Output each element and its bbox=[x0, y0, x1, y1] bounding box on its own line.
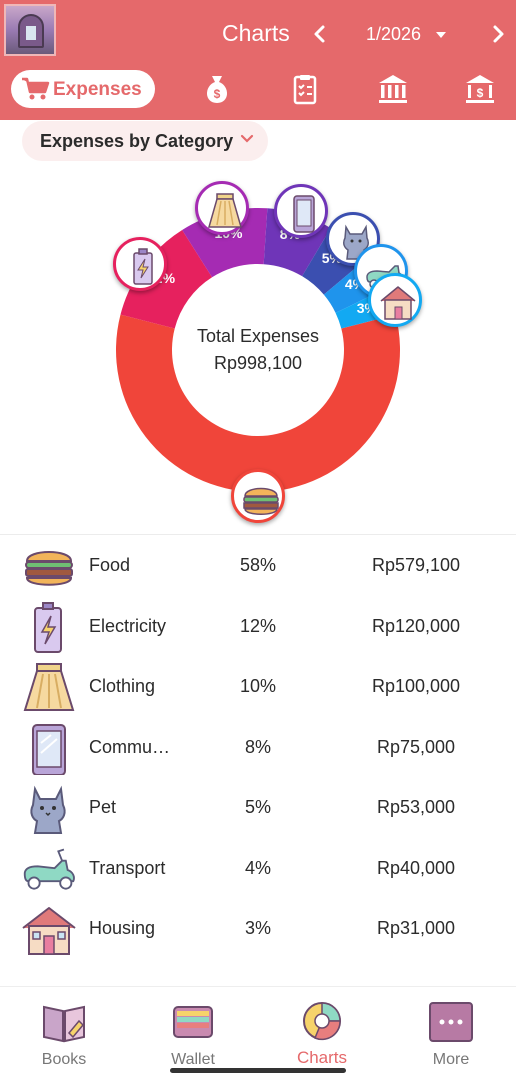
list-item-name: Housing bbox=[89, 918, 156, 938]
list-item-percent: 5% bbox=[244, 797, 271, 817]
money-bag-icon[interactable]: $ bbox=[200, 72, 234, 106]
avatar[interactable] bbox=[4, 4, 56, 56]
list-item-percent: 3% bbox=[244, 918, 271, 938]
svg-text:$: $ bbox=[477, 86, 484, 100]
cart-icon bbox=[22, 77, 50, 100]
nav-books-label: Books bbox=[41, 1051, 87, 1068]
list-item-amount: Rp40,000 bbox=[376, 858, 456, 878]
list-item-name: Pet bbox=[89, 797, 117, 817]
center-label: Total Expenses bbox=[196, 326, 320, 346]
list-item-name: Transport bbox=[89, 858, 166, 878]
expense-donut-chart: Total Expenses Rp998,100 58%12%10%8%5%4%… bbox=[0, 165, 516, 525]
list-item-amount: Rp100,000 bbox=[371, 676, 461, 696]
category-bubble[interactable] bbox=[274, 183, 329, 238]
nav-charts-label: Charts bbox=[296, 1048, 348, 1067]
skirt-icon bbox=[208, 193, 243, 229]
battery-icon bbox=[133, 248, 153, 285]
bottom-navigation: Books Wallet Charts More bbox=[0, 986, 516, 1080]
list-item[interactable]: Housing 3% Rp31,000 bbox=[0, 898, 516, 958]
list-item[interactable]: Clothing 10% Rp100,000 bbox=[0, 656, 516, 716]
page-title: Charts bbox=[222, 20, 290, 46]
list-item-percent: 10% bbox=[239, 676, 277, 696]
battery-icon bbox=[34, 602, 62, 653]
burger-icon bbox=[25, 551, 73, 586]
list-item-amount: Rp120,000 bbox=[371, 616, 461, 636]
category-bubble[interactable] bbox=[195, 181, 250, 236]
nav-more-label: More bbox=[432, 1051, 470, 1068]
scooter-icon bbox=[23, 848, 75, 890]
list-item-percent: 8% bbox=[244, 737, 271, 757]
category-bubble[interactable] bbox=[112, 237, 167, 292]
more-icon bbox=[429, 1002, 473, 1042]
list-item[interactable]: Pet 5% Rp53,000 bbox=[0, 777, 516, 837]
tab-expenses[interactable]: Expenses bbox=[11, 70, 155, 108]
list-item[interactable]: Electricity 12% Rp120,000 bbox=[0, 596, 516, 656]
category-bubble[interactable] bbox=[231, 469, 285, 523]
house-icon bbox=[22, 907, 76, 955]
pie-chart-icon bbox=[303, 1002, 341, 1041]
list-item-percent: 4% bbox=[244, 858, 271, 878]
nav-charts[interactable]: Charts bbox=[258, 987, 386, 1080]
list-item-name: Commu… bbox=[89, 737, 171, 757]
list-item[interactable]: Transport 4% Rp40,000 bbox=[0, 838, 516, 898]
period-selector[interactable]: 1/2026 bbox=[366, 24, 421, 45]
list-item-amount: Rp31,000 bbox=[376, 918, 456, 938]
list-item-percent: 58% bbox=[239, 555, 277, 575]
list-item-name: Electricity bbox=[89, 616, 167, 636]
home-indicator bbox=[170, 1068, 346, 1073]
nav-wallet[interactable]: Wallet bbox=[129, 987, 257, 1080]
list-item-name: Clothing bbox=[89, 676, 156, 696]
chevron-left-icon[interactable] bbox=[308, 20, 332, 48]
donut-center: Total Expenses Rp998,100 bbox=[173, 323, 343, 377]
phone-icon bbox=[293, 194, 316, 233]
list-item-amount: Rp75,000 bbox=[376, 737, 456, 757]
list-item[interactable]: Food 58% Rp579,100 bbox=[0, 535, 516, 595]
chevron-right-icon[interactable] bbox=[486, 20, 510, 48]
list-item-amount: Rp579,100 bbox=[371, 555, 461, 575]
list-item[interactable]: Commu… 8% Rp75,000 bbox=[0, 717, 516, 777]
phone-icon bbox=[32, 724, 66, 775]
chart-tabs: Expenses $ $ bbox=[0, 68, 516, 112]
chevron-down-icon bbox=[240, 132, 254, 149]
clipboard-icon[interactable] bbox=[288, 72, 322, 106]
nav-wallet-label: Wallet bbox=[171, 1051, 215, 1068]
nav-more[interactable]: More bbox=[387, 987, 515, 1080]
nav-books[interactable]: Books bbox=[0, 987, 128, 1080]
list-item-amount: Rp53,000 bbox=[376, 797, 456, 817]
svg-text:$: $ bbox=[214, 87, 221, 101]
wallet-icon bbox=[173, 1006, 213, 1038]
chart-type-dropdown[interactable]: Expenses by Category bbox=[22, 121, 268, 161]
bank-dollar-icon[interactable]: $ bbox=[463, 72, 497, 106]
burger-icon bbox=[243, 487, 279, 515]
caret-down-icon[interactable] bbox=[436, 32, 446, 38]
category-bubble[interactable] bbox=[368, 273, 423, 327]
app-header: Charts 1/2026 Expenses $ $ bbox=[0, 0, 516, 120]
center-value: Rp998,100 bbox=[213, 353, 303, 373]
book-icon bbox=[43, 1005, 85, 1043]
list-item-percent: 12% bbox=[239, 616, 277, 636]
chart-type-label: Expenses by Category bbox=[40, 131, 234, 151]
list-item-name: Food bbox=[89, 555, 131, 575]
cat-icon bbox=[30, 785, 66, 834]
tab-expenses-label: Expenses bbox=[53, 79, 142, 100]
bank-icon[interactable] bbox=[376, 72, 410, 106]
skirt-icon bbox=[23, 663, 75, 711]
house-icon bbox=[380, 286, 416, 320]
